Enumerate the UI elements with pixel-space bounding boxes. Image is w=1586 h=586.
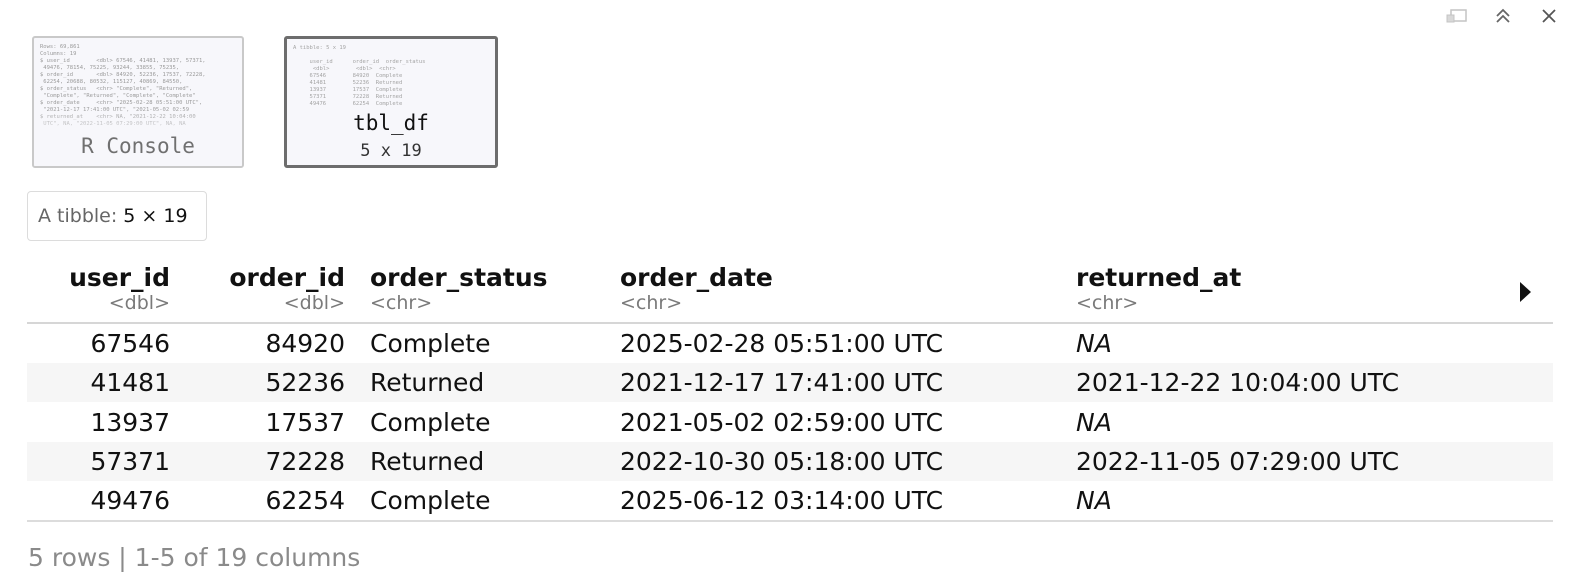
column-header-order-date[interactable]: order_date <chr>	[620, 260, 1076, 323]
column-name: order_id	[229, 263, 345, 292]
cell-user-id: 13937	[90, 407, 170, 437]
next-columns-cell	[1496, 260, 1553, 323]
cell-returned-at: 2021-12-22 10:04:00 UTC	[1076, 368, 1400, 398]
cell-user-id: 49476	[90, 486, 170, 516]
cell-returned-at: NA	[1076, 407, 1112, 437]
tbl-preview-text: A tibble: 5 x 19 user_id order_id order_…	[293, 45, 426, 107]
column-header-returned-at[interactable]: returned_at <chr>	[1076, 260, 1496, 323]
cell-user-id: 41481	[90, 368, 170, 398]
column-header-order-id[interactable]: order_id <dbl>	[170, 260, 345, 323]
column-name: order_date	[620, 263, 773, 292]
cell-returned-at: 2022-11-05 07:29:00 UTC	[1076, 446, 1400, 476]
cell-user-id: 67546	[90, 329, 170, 358]
cell-order-status: Returned	[370, 368, 485, 398]
pin-icon[interactable]	[1434, 6, 1480, 26]
column-type: <dbl>	[283, 292, 345, 314]
column-type: <dbl>	[108, 292, 170, 314]
cell-order-status: Complete	[370, 486, 491, 516]
column-name: returned_at	[1076, 263, 1242, 292]
triangle-right-icon[interactable]	[1518, 280, 1532, 309]
tibble-info-box: A tibble: 5 × 19	[27, 191, 207, 241]
cell-order-id: 62254	[265, 486, 345, 516]
cell-order-id: 52236	[265, 368, 345, 398]
cell-order-id: 84920	[265, 329, 345, 358]
column-name: user_id	[69, 263, 170, 292]
r-console-thumbnail[interactable]: Rows: 69,861 Columns: 19 $ user_id <dbl>…	[32, 36, 244, 168]
cell-order-date: 2025-06-12 03:14:00 UTC	[620, 486, 944, 516]
column-header-order-status[interactable]: order_status <chr>	[345, 260, 620, 323]
cell-order-date: 2021-05-02 02:59:00 UTC	[620, 407, 944, 437]
column-name: order_status	[370, 263, 548, 292]
tbl-thumbnail-name: tbl_df	[353, 111, 429, 135]
double-chevron-up-icon[interactable]	[1480, 6, 1526, 26]
table-row: 57371 72228 Returned 2022-10-30 05:18:00…	[27, 441, 1553, 482]
table-row: 49476 62254 Complete 2025-06-12 03:14:00…	[27, 481, 1553, 522]
cell-order-id: 17537	[265, 407, 345, 437]
table-row: 13937 17537 Complete 2021-05-02 02:59:00…	[27, 402, 1553, 441]
cell-returned-at: NA	[1076, 486, 1112, 516]
tibble-prefix: A tibble:	[38, 205, 118, 227]
cell-order-id: 72228	[265, 446, 345, 476]
cell-returned-at: NA	[1076, 329, 1112, 358]
cell-order-status: Complete	[370, 329, 491, 358]
cell-order-date: 2025-02-28 05:51:00 UTC	[620, 329, 944, 358]
tbl-df-thumbnail[interactable]: A tibble: 5 x 19 user_id order_id order_…	[284, 36, 498, 168]
data-table: user_id <dbl> order_id <dbl> order_statu…	[27, 260, 1553, 522]
column-header-user-id[interactable]: user_id <dbl>	[27, 260, 170, 323]
table-header-row: user_id <dbl> order_id <dbl> order_statu…	[27, 260, 1553, 323]
cell-order-date: 2021-12-17 17:41:00 UTC	[620, 368, 944, 398]
table-row: 67546 84920 Complete 2025-02-28 05:51:00…	[27, 323, 1553, 363]
console-thumbnail-label: R Console	[81, 134, 195, 158]
column-type: <chr>	[370, 292, 433, 314]
close-icon[interactable]	[1526, 6, 1572, 26]
column-type: <chr>	[620, 292, 683, 314]
tbl-thumbnail-dims: 5 x 19	[360, 141, 422, 161]
table-row: 41481 52236 Returned 2021-12-17 17:41:00…	[27, 363, 1553, 403]
window-controls	[1434, 6, 1572, 26]
tibble-dims: 5 × 19	[123, 205, 188, 227]
column-type: <chr>	[1076, 292, 1139, 314]
cell-user-id: 57371	[90, 446, 170, 476]
cell-order-status: Returned	[370, 446, 485, 476]
cell-order-status: Complete	[370, 407, 491, 437]
cell-order-date: 2022-10-30 05:18:00 UTC	[620, 446, 944, 476]
table-footer-summary: 5 rows | 1-5 of 19 columns	[28, 543, 361, 572]
